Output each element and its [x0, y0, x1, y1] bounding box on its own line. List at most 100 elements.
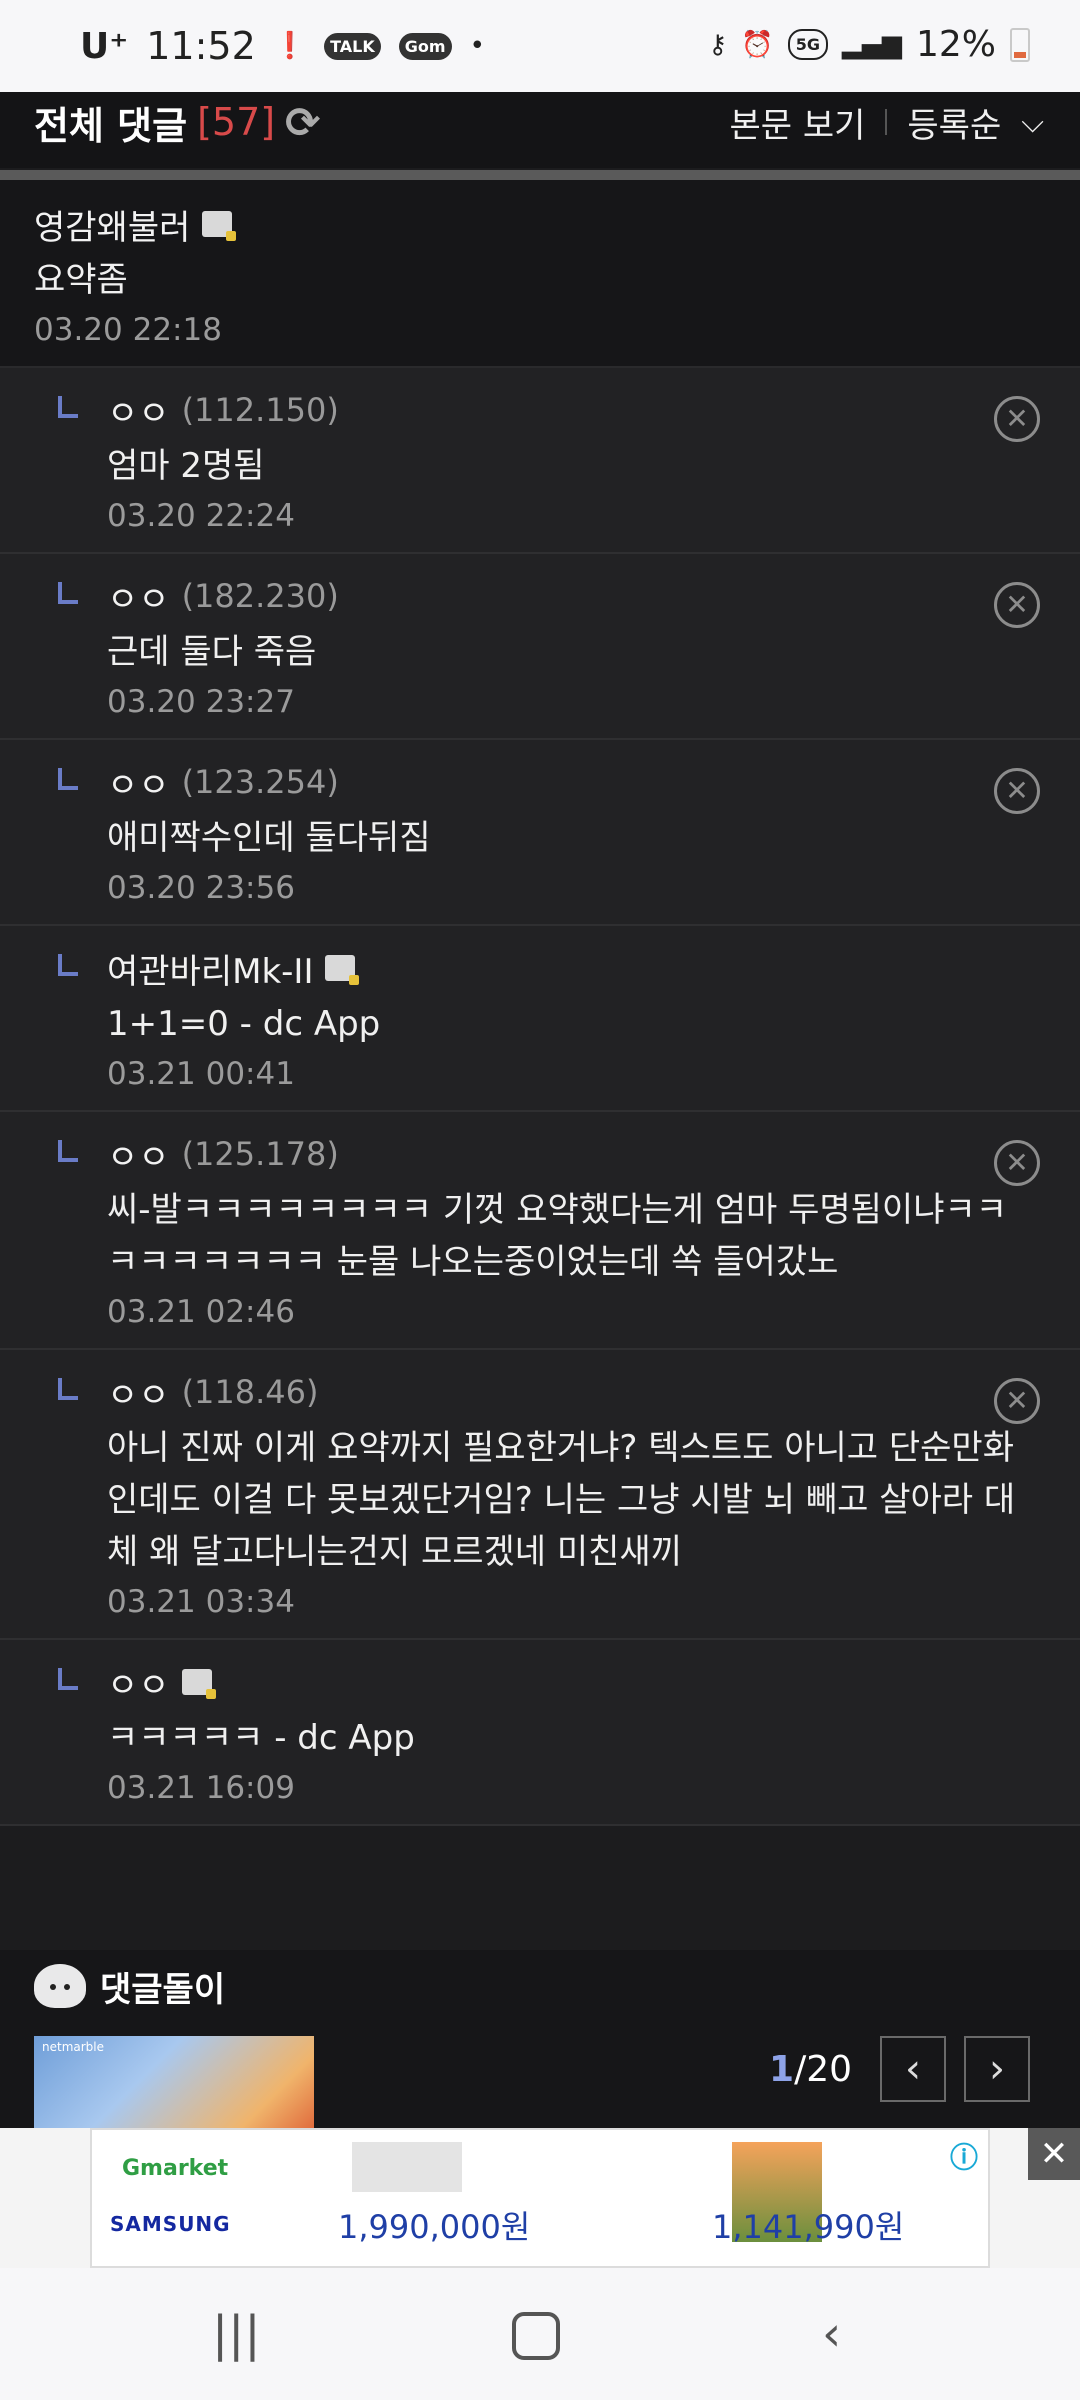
gallog-icon[interactable] — [202, 211, 237, 241]
comments-title-group: 전체 댓글 [57] ⟳ — [34, 92, 320, 152]
reply-arrow-icon — [58, 396, 78, 418]
comment-author[interactable]: ㅇㅇ (118.46) — [107, 1368, 1020, 1416]
delete-icon[interactable]: ✕ — [994, 396, 1040, 442]
ad-close-icon[interactable]: ✕ — [1028, 2128, 1080, 2180]
comment-author[interactable]: 여관바리Mk-II — [107, 944, 1020, 992]
thumbnail-brand: netmarble — [42, 2040, 105, 2054]
reply-arrow-icon — [58, 582, 78, 604]
chevron-down-icon[interactable]: ⌵ — [1021, 105, 1044, 140]
gom-icon: Gom — [398, 32, 452, 60]
ad-banner[interactable]: Gmarket SAMSUNG 1,990,000원 1,141,990원 ⓘ … — [0, 2128, 1080, 2268]
ad-price[interactable]: 1,141,990원 — [712, 2202, 904, 2248]
reply-bot-header: 댓글돌이 — [34, 1960, 225, 2012]
next-page-button[interactable]: › — [964, 2036, 1030, 2102]
dot-icon: • — [469, 31, 485, 61]
author-ip: (118.46) — [181, 1373, 319, 1411]
comment-list: 영감왜불러 요약좀 03.20 22:18 ㅇㅇ (112.150) 엄마 2명… — [0, 180, 1080, 1826]
comment-item: 영감왜불러 요약좀 03.20 22:18 — [0, 180, 1080, 368]
ad-product-image[interactable] — [352, 2142, 462, 2192]
reply-item: ㅇㅇ (182.230) 근데 둘다 죽음 03.20 23:27 ✕ — [0, 554, 1080, 740]
reply-bot-thumbnail[interactable]: netmarble — [34, 2036, 314, 2130]
ad-info-icon[interactable]: ⓘ — [950, 2136, 978, 2176]
view-article-button[interactable]: 본문 보기 — [729, 98, 865, 147]
reply-bot-pager: 1/20 ‹ › — [769, 2036, 1030, 2102]
comment-text: 애미짝수인데 둘다뒤짐 — [107, 818, 431, 858]
author-nick: ㅇㅇ — [107, 1665, 170, 1706]
comment-date: 03.20 23:56 — [107, 870, 295, 906]
comment-date: 03.21 02:46 — [107, 1294, 295, 1330]
battery-percent: 12% — [915, 24, 996, 65]
page-indicator: 1/20 — [769, 2048, 852, 2090]
delete-icon[interactable]: ✕ — [994, 768, 1040, 814]
talk-icon: TALK — [324, 32, 381, 60]
comment-text: 요약좀 — [34, 260, 128, 300]
comment-text: ㅋㅋㅋㅋㅋ - dc App — [107, 1718, 415, 1758]
reply-arrow-icon — [58, 1668, 78, 1690]
reply-item: 여관바리Mk-II 1+1=0 - dc App 03.21 00:41 — [0, 926, 1080, 1112]
alert-icon: ❗ — [273, 31, 307, 61]
reply-arrow-icon — [58, 768, 78, 790]
sort-dropdown[interactable]: 등록순 — [907, 98, 1001, 147]
comment-text: 아니 진짜 이게 요약까지 필요한거냐? 텍스트도 아니고 단순만화인데도 이걸… — [107, 1428, 1016, 1572]
status-time: 11:52 — [146, 24, 256, 68]
ad-content[interactable]: Gmarket SAMSUNG 1,990,000원 1,141,990원 ⓘ — [90, 2128, 990, 2268]
author-nick: 영감왜불러 — [34, 207, 191, 248]
home-icon[interactable] — [512, 2312, 560, 2360]
author-ip: (112.150) — [181, 391, 339, 429]
battery-icon — [1010, 27, 1030, 62]
comments-title: 전체 댓글 — [34, 103, 188, 148]
author-nick: ㅇㅇ — [107, 393, 170, 434]
carrier-label: U⁺ — [80, 25, 129, 67]
comment-date: 03.20 22:18 — [34, 312, 222, 348]
comment-author[interactable]: 영감왜불러 — [34, 200, 1046, 248]
comment-text: 근데 둘다 죽음 — [107, 632, 317, 672]
reply-item: ㅇㅇ (125.178) 씨-발ㅋㅋㅋㅋㅋㅋㅋㅋ 기껏 요약했다는게 엄마 두명… — [0, 1112, 1080, 1350]
ad-price[interactable]: 1,990,000원 — [338, 2202, 530, 2248]
delete-icon[interactable]: ✕ — [994, 1378, 1040, 1424]
comment-author[interactable]: ㅇㅇ (182.230) — [107, 572, 1020, 620]
delete-icon[interactable]: ✕ — [994, 1140, 1040, 1186]
back-icon[interactable]: ‹ — [822, 2306, 841, 2362]
author-nick: ㅇㅇ — [107, 1375, 170, 1416]
comment-date: 03.20 23:27 — [107, 684, 295, 720]
reply-arrow-icon — [58, 1140, 78, 1162]
recent-apps-icon[interactable]: ||| — [212, 2306, 261, 2362]
reply-bot-mascot-icon — [34, 1964, 86, 2008]
divider — [885, 109, 888, 135]
author-nick: ㅇㅇ — [107, 765, 170, 806]
author-nick: ㅇㅇ — [107, 579, 170, 620]
comment-text: 엄마 2명됨 — [107, 446, 265, 486]
system-nav-bar: ||| ‹ — [0, 2268, 1080, 2400]
comment-author[interactable]: ㅇㅇ (112.150) — [107, 386, 1020, 434]
comment-count: [57] — [197, 100, 276, 144]
author-ip: (123.254) — [181, 763, 339, 801]
delete-icon[interactable]: ✕ — [994, 582, 1040, 628]
network-5g-icon: 5G — [787, 29, 828, 60]
gallog-icon[interactable] — [325, 955, 360, 985]
header-divider — [0, 170, 1080, 180]
gallog-icon[interactable] — [181, 1669, 216, 1699]
prev-page-button[interactable]: ‹ — [880, 2036, 946, 2102]
reply-item: ㅇㅇ (118.46) 아니 진짜 이게 요약까지 필요한거냐? 텍스트도 아니… — [0, 1350, 1080, 1640]
comment-text: 씨-발ㅋㅋㅋㅋㅋㅋㅋㅋ 기껏 요약했다는게 엄마 두명됨이냐ㅋㅋㅋㅋㅋㅋㅋㅋㅋ … — [107, 1190, 1008, 1282]
comments-header: 전체 댓글 [57] ⟳ 본문 보기 등록순 ⌵ — [0, 92, 1080, 168]
comment-date: 03.21 16:09 — [107, 1770, 295, 1806]
comment-author[interactable]: ㅇㅇ (123.254) — [107, 758, 1020, 806]
reply-item: ㅇㅇ (112.150) 엄마 2명됨 03.20 22:24 ✕ — [0, 368, 1080, 554]
comment-author[interactable]: ㅇㅇ (125.178) — [107, 1130, 1020, 1178]
comment-author[interactable]: ㅇㅇ — [107, 1658, 1020, 1706]
reply-bot-title: 댓글돌이 — [100, 1969, 226, 2010]
author-ip: (125.178) — [181, 1135, 339, 1173]
reply-arrow-icon — [58, 1378, 78, 1400]
comment-text: 1+1=0 - dc App — [107, 1004, 381, 1044]
ad-brand-samsung: SAMSUNG — [110, 2212, 231, 2236]
reply-item: ㅇㅇ (123.254) 애미짝수인데 둘다뒤짐 03.20 23:56 ✕ — [0, 740, 1080, 926]
comment-date: 03.21 03:34 — [107, 1584, 295, 1620]
alarm-icon: ⏰ — [741, 29, 774, 60]
refresh-icon[interactable]: ⟳ — [285, 98, 320, 147]
key-icon: ⚷ — [708, 29, 728, 60]
reply-bot-section: 댓글돌이 netmarble 1/20 ‹ › — [0, 1950, 1080, 2130]
author-ip: (182.230) — [181, 577, 339, 615]
comment-date: 03.20 22:24 — [107, 498, 295, 534]
status-bar: U⁺ 11:52 ❗ TALK Gom • ⚷ ⏰ 5G ▂▄▆ 12% — [0, 0, 1080, 92]
